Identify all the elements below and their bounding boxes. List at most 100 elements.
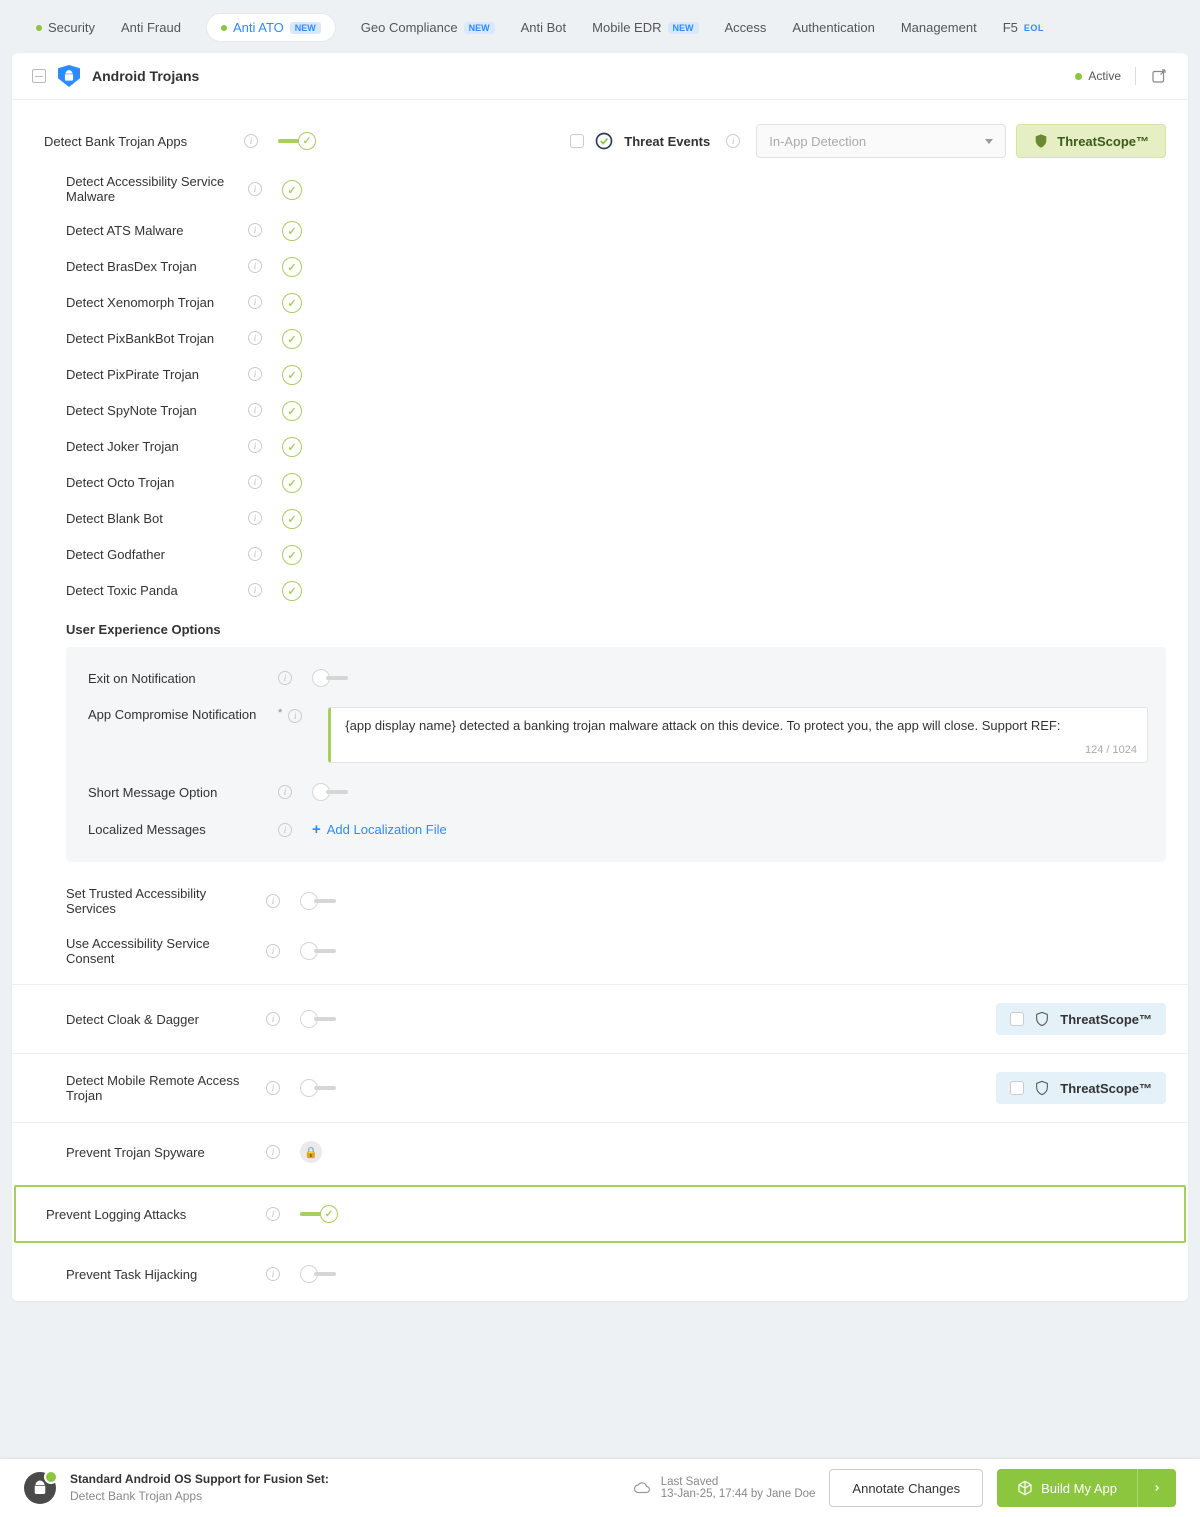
toggle[interactable] bbox=[282, 365, 304, 383]
info-icon[interactable] bbox=[278, 823, 292, 837]
toggle-detect-bank-trojan[interactable] bbox=[278, 132, 316, 150]
box-icon bbox=[1017, 1480, 1033, 1496]
build-label: Build My App bbox=[1041, 1481, 1117, 1496]
toggle-mrat[interactable] bbox=[300, 1079, 338, 1097]
toggle[interactable] bbox=[282, 401, 304, 419]
card-header: Android Trojans Active bbox=[12, 53, 1188, 100]
build-my-app-button[interactable]: Build My App bbox=[997, 1469, 1176, 1507]
toggle[interactable] bbox=[282, 545, 304, 563]
tab-anti-ato[interactable]: Anti ATONEW bbox=[207, 14, 335, 41]
threatscope-checkbox[interactable] bbox=[1010, 1012, 1024, 1026]
toggle-task-hijacking[interactable] bbox=[300, 1265, 338, 1283]
tab-geo-compliance[interactable]: Geo ComplianceNEW bbox=[361, 20, 495, 35]
tab-anti-bot[interactable]: Anti Bot bbox=[521, 20, 567, 35]
tab-management[interactable]: Management bbox=[901, 20, 977, 35]
ux-label: Exit on Notification bbox=[88, 671, 278, 686]
toggle[interactable] bbox=[282, 180, 304, 198]
tab-label: Mobile EDR bbox=[592, 20, 661, 35]
tab-mobile-edr[interactable]: Mobile EDRNEW bbox=[592, 20, 698, 35]
policy-label: Detect Accessibility Service Malware bbox=[66, 174, 248, 204]
toggle[interactable] bbox=[282, 473, 304, 491]
info-icon[interactable] bbox=[248, 331, 262, 345]
toggle[interactable] bbox=[282, 437, 304, 455]
info-icon[interactable] bbox=[726, 134, 740, 148]
threat-events-checkbox[interactable] bbox=[570, 134, 584, 148]
chevron-right-icon[interactable] bbox=[1137, 1469, 1176, 1507]
toggle[interactable] bbox=[282, 509, 304, 527]
toggle-trusted-accessibility[interactable] bbox=[300, 892, 338, 910]
threatscope-badge[interactable]: ThreatScope™ bbox=[996, 1003, 1166, 1035]
tab-security[interactable]: Security bbox=[36, 20, 95, 35]
ux-app-compromise: App Compromise Notification * {app displ… bbox=[88, 697, 1148, 773]
info-icon[interactable] bbox=[248, 511, 262, 525]
policy-label: Set Trusted Accessibility Services bbox=[66, 886, 266, 916]
toggle-short-message[interactable] bbox=[312, 783, 350, 801]
shield-icon bbox=[1033, 133, 1049, 149]
add-localization-link[interactable]: +Add Localization File bbox=[312, 821, 447, 838]
threatscope-button[interactable]: ThreatScope™ bbox=[1016, 124, 1166, 158]
toggle-accessibility-consent[interactable] bbox=[300, 942, 338, 960]
policy-blank-bot: Detect Blank Bot bbox=[12, 500, 1188, 536]
char-counter: 124 / 1024 bbox=[1085, 744, 1137, 756]
info-icon[interactable] bbox=[248, 403, 262, 417]
threatscope-checkbox[interactable] bbox=[1010, 1081, 1024, 1095]
info-icon[interactable] bbox=[248, 439, 262, 453]
info-icon[interactable] bbox=[248, 182, 262, 196]
info-icon[interactable] bbox=[248, 475, 262, 489]
policy-accessibility-malware: Detect Accessibility Service Malware bbox=[12, 166, 1188, 212]
threat-events-label: Threat Events bbox=[624, 134, 710, 149]
info-icon[interactable] bbox=[244, 134, 258, 148]
ux-localized-messages: Localized Messages +Add Localization Fil… bbox=[88, 811, 1148, 848]
info-icon[interactable] bbox=[248, 547, 262, 561]
info-icon[interactable] bbox=[248, 295, 262, 309]
link-label: Add Localization File bbox=[327, 822, 447, 837]
threatscope-badge[interactable]: ThreatScope™ bbox=[996, 1072, 1166, 1104]
toggle-cloak-dagger[interactable] bbox=[300, 1010, 338, 1028]
info-icon[interactable] bbox=[248, 223, 262, 237]
detection-select[interactable]: In-App Detection bbox=[756, 124, 1006, 158]
info-icon[interactable] bbox=[266, 1267, 280, 1281]
info-icon[interactable] bbox=[266, 1207, 280, 1221]
info-icon[interactable] bbox=[248, 259, 262, 273]
tab-f5[interactable]: F5EOL bbox=[1003, 20, 1044, 35]
toggle[interactable] bbox=[282, 293, 304, 311]
ux-label: Short Message Option bbox=[88, 785, 278, 800]
info-icon[interactable] bbox=[266, 1012, 280, 1026]
status-dot-icon bbox=[36, 25, 42, 31]
policy-octo: Detect Octo Trojan bbox=[12, 464, 1188, 500]
info-icon[interactable] bbox=[266, 894, 280, 908]
annotate-changes-button[interactable]: Annotate Changes bbox=[829, 1469, 983, 1507]
policy-detect-bank-trojan: Detect Bank Trojan Apps Threat Events In… bbox=[12, 116, 1188, 166]
info-icon[interactable] bbox=[248, 583, 262, 597]
info-icon[interactable] bbox=[278, 671, 292, 685]
toggle[interactable] bbox=[282, 581, 304, 599]
policy-toxic-panda: Detect Toxic Panda bbox=[12, 572, 1188, 608]
ux-exit-on-notification: Exit on Notification bbox=[88, 659, 1148, 697]
policy-brasdex: Detect BrasDex Trojan bbox=[12, 248, 1188, 284]
tab-anti-fraud[interactable]: Anti Fraud bbox=[121, 20, 181, 35]
toggle[interactable] bbox=[282, 329, 304, 347]
policy-label: Detect ATS Malware bbox=[66, 223, 248, 238]
policy-label: Detect Godfather bbox=[66, 547, 248, 562]
policy-label: Detect BrasDex Trojan bbox=[66, 259, 248, 274]
tab-label: Management bbox=[901, 20, 977, 35]
status-label: Active bbox=[1088, 69, 1121, 83]
tab-label: Authentication bbox=[792, 20, 874, 35]
info-icon[interactable] bbox=[278, 785, 292, 799]
info-icon[interactable] bbox=[288, 709, 302, 723]
info-icon[interactable] bbox=[266, 1081, 280, 1095]
info-icon[interactable] bbox=[248, 367, 262, 381]
collapse-button[interactable] bbox=[32, 69, 46, 83]
toggle[interactable] bbox=[282, 221, 304, 239]
status-dot-icon bbox=[1075, 73, 1082, 80]
info-icon[interactable] bbox=[266, 1145, 280, 1159]
compromise-message-input[interactable]: {app display name} detected a banking tr… bbox=[328, 707, 1148, 763]
info-icon[interactable] bbox=[266, 944, 280, 958]
toggle-prevent-logging[interactable] bbox=[300, 1205, 338, 1223]
export-icon[interactable] bbox=[1150, 67, 1168, 85]
tab-authentication[interactable]: Authentication bbox=[792, 20, 874, 35]
toggle[interactable] bbox=[282, 257, 304, 275]
toggle-exit-notification[interactable] bbox=[312, 669, 350, 687]
threatscope-label: ThreatScope™ bbox=[1060, 1081, 1152, 1096]
tab-access[interactable]: Access bbox=[725, 20, 767, 35]
